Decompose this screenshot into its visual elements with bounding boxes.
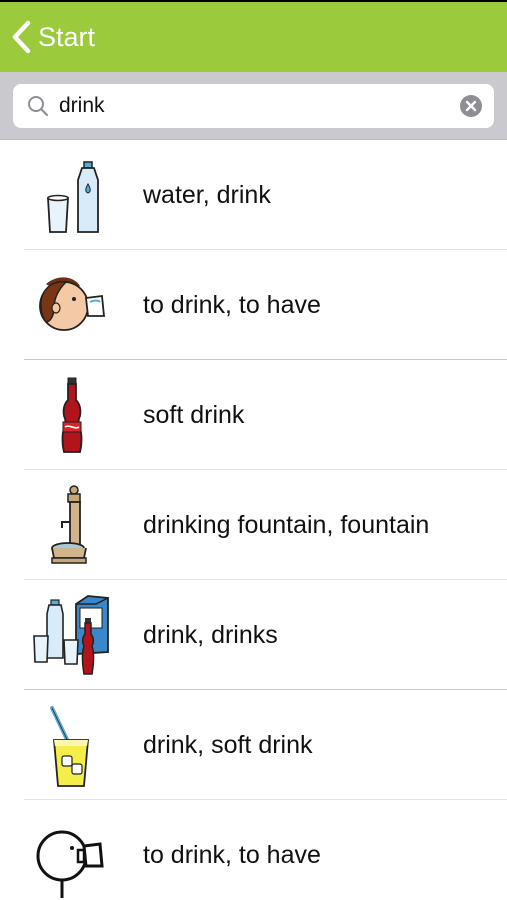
list-item[interactable]: drink, drinks <box>0 580 507 690</box>
list-item[interactable]: to drink, to have <box>0 250 507 360</box>
list-item[interactable]: soft drink <box>0 360 507 470</box>
outline-person-drinking-icon <box>28 812 114 898</box>
chevron-left-icon <box>10 19 32 55</box>
app-screen: Start drink water, drink to drink, to ha… <box>0 0 507 900</box>
list-item[interactable]: water, drink <box>0 140 507 250</box>
assorted-drinks-icon <box>28 592 114 678</box>
drinking-fountain-icon <box>28 482 114 568</box>
results-list: water, drink to drink, to have soft drin… <box>0 140 507 900</box>
search-input[interactable] <box>59 90 449 122</box>
list-item[interactable]: drink, soft drink <box>0 690 507 800</box>
list-item-label: drink, drinks <box>143 621 278 649</box>
search-field[interactable] <box>13 84 494 128</box>
list-item[interactable]: to drink, to have <box>0 800 507 900</box>
list-item-label: to drink, to have <box>143 291 321 319</box>
search-icon <box>26 94 50 123</box>
glass-with-straw-icon <box>28 702 114 788</box>
navigation-bar: Start <box>0 0 507 72</box>
clear-search-icon[interactable] <box>460 95 482 117</box>
list-item[interactable]: drinking fountain, fountain <box>0 470 507 580</box>
water-bottle-glass-icon <box>28 152 114 238</box>
list-item-label: to drink, to have <box>143 841 321 869</box>
list-item-label: water, drink <box>143 181 271 209</box>
list-item-label: soft drink <box>143 401 245 429</box>
back-button-label: Start <box>38 22 96 52</box>
person-drinking-icon <box>28 262 114 348</box>
list-item-label: drinking fountain, fountain <box>143 511 430 539</box>
search-bar <box>0 72 507 140</box>
cola-bottle-icon <box>28 372 114 458</box>
back-button[interactable]: Start <box>10 17 95 57</box>
list-item-label: drink, soft drink <box>143 731 313 759</box>
